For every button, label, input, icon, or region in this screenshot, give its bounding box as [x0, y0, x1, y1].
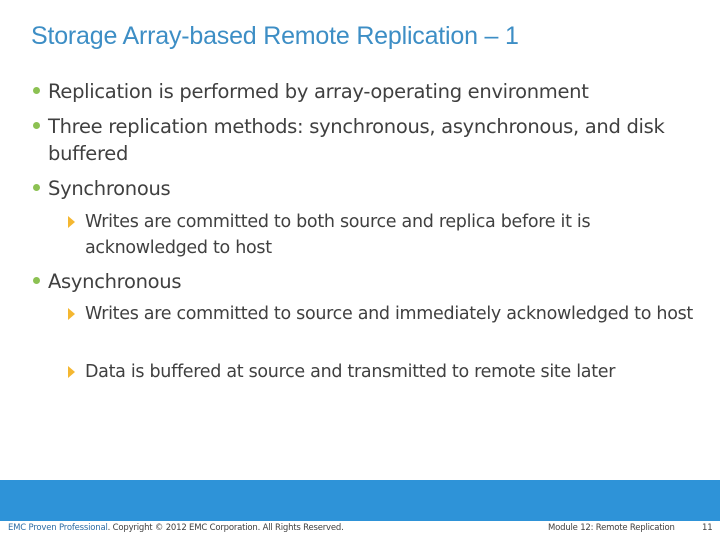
bullet-item: Synchronous	[33, 175, 708, 202]
bullet-text: Asynchronous	[48, 270, 182, 293]
bullet-item: Replication is performed by array-operat…	[33, 78, 708, 105]
bullet-item: Three replication methods: synchronous, …	[33, 113, 708, 167]
bullet-dot-icon	[33, 277, 40, 284]
triangle-bullet-icon	[68, 308, 75, 320]
footer-module: Module 12: Remote Replication	[548, 523, 675, 533]
footer-copyright: EMC Proven Professional. Copyright © 201…	[8, 523, 344, 533]
bullet-text: Replication is performed by array-operat…	[48, 80, 589, 103]
bullet-dot-icon	[33, 122, 40, 129]
sub-bullet-text: Data is buffered at source and transmitt…	[85, 362, 616, 382]
bullet-item: Asynchronous	[33, 268, 708, 295]
slide-title: Storage Array-based Remote Replication –…	[31, 22, 519, 50]
bullet-text: Synchronous	[48, 177, 171, 200]
sub-bullet-item: Writes are committed to source and immed…	[68, 301, 705, 327]
bullet-dot-icon	[33, 87, 40, 94]
bullet-text: Three replication methods: synchronous, …	[48, 115, 665, 165]
sub-bullet-text: Writes are committed to source and immed…	[85, 304, 693, 324]
sub-bullet-text: Writes are committed to both source and …	[85, 212, 591, 258]
footer-bar	[0, 480, 720, 521]
page-number: 11	[702, 523, 713, 533]
sub-bullet-item: Data is buffered at source and transmitt…	[68, 359, 705, 385]
bullet-dot-icon	[33, 184, 40, 191]
footer-brand: EMC Proven Professional	[8, 523, 108, 533]
footer-copyright-text: . Copyright © 2012 EMC Corporation. All …	[107, 523, 344, 533]
sub-bullet-item: Writes are committed to both source and …	[68, 209, 705, 261]
triangle-bullet-icon	[68, 366, 75, 378]
triangle-bullet-icon	[68, 216, 75, 228]
